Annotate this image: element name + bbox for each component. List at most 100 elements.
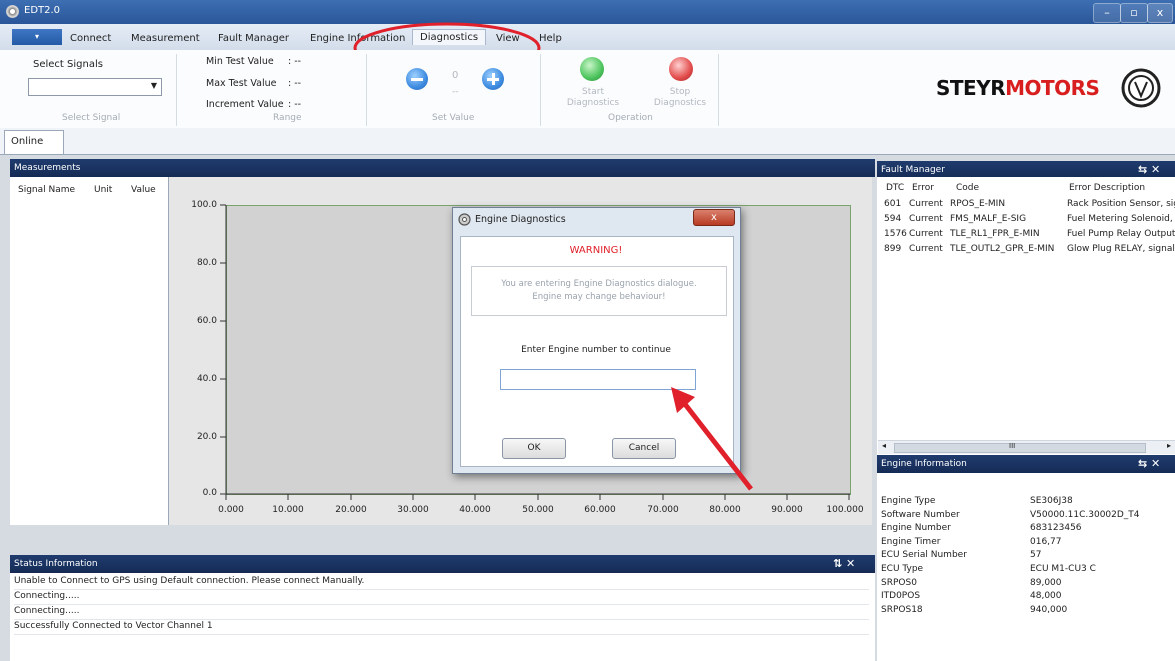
- engine-information-header: Engine Information: [877, 455, 1175, 473]
- horizontal-scrollbar[interactable]: ◂ III ▸: [878, 440, 1175, 454]
- status-line: Connecting.....: [14, 589, 869, 605]
- column-error-description: Error Description: [1069, 183, 1146, 193]
- engine-info-value: V50000.11C.30002D_T4: [1030, 510, 1140, 520]
- maximize-button[interactable]: ▫: [1120, 3, 1148, 23]
- stop-diagnostics-button[interactable]: [669, 57, 693, 81]
- status-information-header: Status Information: [10, 555, 875, 573]
- window-title: EDT2.0: [24, 5, 61, 16]
- select-signals-label: Select Signals: [33, 59, 103, 70]
- scroll-thumb[interactable]: III: [894, 442, 1146, 453]
- x-tick-label: 90.000: [771, 505, 803, 515]
- column-signal-name: Signal Name: [18, 185, 76, 195]
- divider: [718, 54, 719, 126]
- start-diagnostics-button[interactable]: [580, 57, 604, 81]
- table-cell[interactable]: 1576: [884, 229, 907, 239]
- app-icon: [6, 5, 19, 18]
- table-cell[interactable]: Current: [909, 199, 943, 209]
- tab-help[interactable]: Help: [539, 33, 562, 44]
- warning-message-line: You are entering Engine Diagnostics dial…: [501, 279, 697, 289]
- table-cell[interactable]: TLE_RL1_FPR_E-MIN: [950, 229, 1040, 239]
- column-error: Error: [912, 183, 934, 193]
- minus-icon: [411, 78, 423, 81]
- steyr-emblem-icon: [1121, 68, 1161, 108]
- group-operation: Operation: [608, 113, 653, 123]
- y-tick-label: 80.0: [196, 258, 217, 268]
- table-cell[interactable]: 601: [884, 199, 901, 209]
- table-cell[interactable]: Fuel Metering Solenoid,: [1067, 214, 1175, 224]
- title-bar: [0, 0, 1175, 24]
- column-dtc: DTC: [886, 183, 905, 193]
- warning-message-box: You are entering Engine Diagnostics dial…: [471, 266, 727, 316]
- engine-info-label: Engine Timer: [881, 537, 941, 547]
- x-tick-label: 40.000: [459, 505, 491, 515]
- steyr-motors-logo: STEYRMOTORS: [928, 58, 1168, 118]
- table-cell[interactable]: FMS_MALF_E-SIG: [950, 214, 1026, 224]
- table-cell[interactable]: RPOS_E-MIN: [950, 199, 1005, 209]
- app-menu-button[interactable]: ▾: [12, 29, 62, 45]
- table-cell[interactable]: Glow Plug RELAY, signal: [1067, 244, 1175, 254]
- select-signals-dropdown[interactable]: ▼: [28, 78, 162, 96]
- annotation-arrow: [671, 387, 753, 491]
- warning-message-line: Engine may change behaviour!: [532, 292, 666, 302]
- x-tick-label: 70.000: [647, 505, 679, 515]
- engine-info-value: 89,000: [1030, 578, 1062, 588]
- dialog-close-button[interactable]: x: [693, 209, 735, 226]
- pane-pin-close-icon[interactable]: ⇆ ✕: [1138, 457, 1160, 470]
- x-tick-label: 0.000: [218, 505, 244, 515]
- scroll-left-icon[interactable]: ◂: [882, 441, 886, 450]
- y-tick-label: 20.0: [196, 432, 217, 442]
- pane-pin-close-icon[interactable]: ⇅ ✕: [833, 557, 855, 570]
- column-code: Code: [956, 183, 980, 193]
- table-cell[interactable]: TLE_OUTL2_GPR_E-MIN: [950, 244, 1054, 254]
- x-tick-label: 10.000: [272, 505, 304, 515]
- set-value-sub: --: [452, 87, 459, 97]
- tab-connect[interactable]: Connect: [70, 33, 111, 44]
- warning-heading: WARNING!: [569, 245, 623, 256]
- dialog-title: Engine Diagnostics: [475, 214, 566, 225]
- table-cell[interactable]: Current: [909, 214, 943, 224]
- minimize-button[interactable]: –: [1093, 3, 1121, 23]
- y-tick-label: 60.0: [196, 316, 217, 326]
- increment-button[interactable]: [482, 68, 504, 90]
- x-tick-label: 100.000: [826, 505, 864, 515]
- engine-info-value: 683123456: [1030, 523, 1082, 533]
- scroll-right-icon[interactable]: ▸: [1167, 441, 1171, 450]
- max-test-label: Max Test Value: [206, 78, 277, 89]
- x-tick-label: 60.000: [584, 505, 616, 515]
- signal-list[interactable]: [10, 177, 169, 525]
- engine-info-value: ECU M1-CU3 C: [1030, 564, 1096, 574]
- tab-measurement[interactable]: Measurement: [131, 33, 200, 44]
- tab-fault-manager[interactable]: Fault Manager: [218, 33, 289, 44]
- table-cell[interactable]: Current: [909, 229, 943, 239]
- table-cell[interactable]: Rack Position Sensor, sig: [1067, 199, 1175, 209]
- document-tabs: [0, 128, 1175, 155]
- engine-info-label: Engine Type: [881, 496, 936, 506]
- engine-info-value: SE306J38: [1030, 496, 1073, 506]
- stop-diagnostics-label: Stop Diagnostics: [653, 87, 707, 108]
- pane-pin-close-icon[interactable]: ⇆ ✕: [1138, 163, 1160, 176]
- ok-button[interactable]: OK: [502, 438, 566, 459]
- engine-info-label: ECU Serial Number: [881, 550, 967, 560]
- measurements-header: Measurements: [10, 159, 875, 177]
- engine-number-prompt: Enter Engine number to continue: [521, 345, 671, 355]
- table-cell[interactable]: Current: [909, 244, 943, 254]
- gear-icon: [458, 213, 471, 226]
- tab-online[interactable]: Online: [4, 130, 64, 154]
- increment-value: : --: [288, 99, 302, 110]
- status-line: Connecting.....: [14, 604, 869, 620]
- status-line: Successfully Connected to Vector Channel…: [14, 619, 869, 635]
- engine-info-value: 48,000: [1030, 591, 1062, 601]
- status-line: Unable to Connect to GPS using Default c…: [14, 574, 869, 590]
- group-select-signal: Select Signal: [62, 113, 121, 123]
- table-cell[interactable]: 594: [884, 214, 901, 224]
- chevron-down-icon: ▼: [150, 81, 157, 90]
- increment-label: Increment Value: [206, 99, 284, 110]
- table-cell[interactable]: 899: [884, 244, 901, 254]
- column-unit: Unit: [94, 185, 113, 195]
- group-set-value: Set Value: [432, 113, 475, 123]
- table-cell[interactable]: Fuel Pump Relay Output: [1067, 229, 1175, 239]
- y-tick-label: 40.0: [196, 374, 217, 384]
- decrement-button[interactable]: [406, 68, 428, 90]
- close-window-button[interactable]: x: [1147, 3, 1173, 23]
- set-value: 0: [452, 70, 459, 81]
